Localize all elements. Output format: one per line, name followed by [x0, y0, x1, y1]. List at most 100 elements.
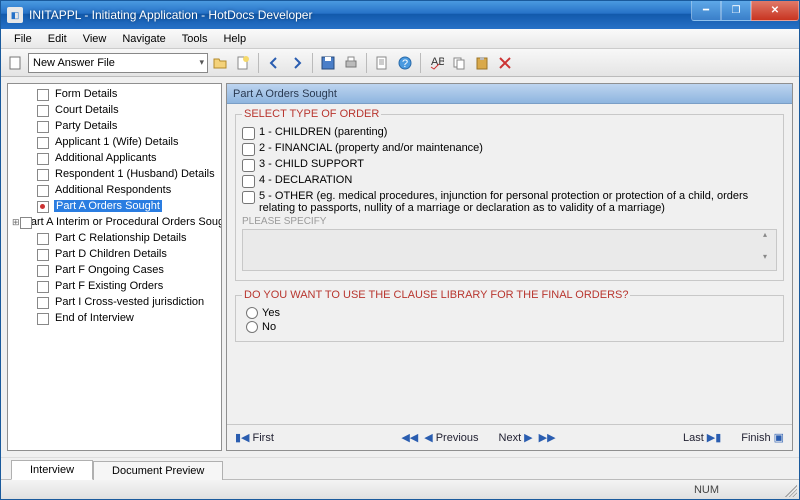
tree-label: Additional Applicants [54, 152, 158, 164]
tab-interview[interactable]: Interview [11, 460, 93, 480]
app-window: ◧ INITAPPL - Initiating Application - Ho… [0, 0, 800, 500]
first-icon: ▮◀ [235, 431, 250, 444]
tree-label: Additional Respondents [54, 184, 172, 196]
tree-label: Part A Interim or Procedural Orders Soug… [23, 216, 222, 228]
tree-item[interactable]: End of Interview [8, 310, 221, 326]
tree-item[interactable]: Court Details [8, 102, 221, 118]
nav-finish[interactable]: Finish▣ [741, 431, 784, 444]
copy-icon[interactable] [448, 52, 470, 74]
order-type-option: 2 - FINANCIAL (property and/or maintenan… [242, 142, 777, 156]
paste-icon[interactable] [471, 52, 493, 74]
tree-item[interactable]: Part F Existing Orders [8, 278, 221, 294]
bottom-tabs: Interview Document Preview [1, 457, 799, 479]
tree-item[interactable]: Part C Relationship Details [8, 230, 221, 246]
menu-view[interactable]: View [76, 31, 114, 47]
maximize-button[interactable]: ❐ [721, 1, 751, 21]
toolbar-icon-1[interactable] [5, 52, 27, 74]
app-icon: ◧ [7, 7, 23, 23]
nav-last[interactable]: Last▶▮ [683, 431, 721, 444]
radio-label: Yes [262, 307, 280, 319]
minimize-button[interactable]: ━ [691, 1, 721, 21]
tree-item[interactable]: ⊞Part A Interim or Procedural Orders Sou… [8, 214, 221, 230]
resize-grip-icon[interactable] [785, 485, 797, 497]
tree-item[interactable]: Applicant 1 (Wife) Details [8, 134, 221, 150]
status-bar: NUM [1, 479, 799, 499]
order-type-option: 1 - CHILDREN (parenting) [242, 126, 777, 140]
open-icon[interactable] [209, 52, 231, 74]
tree-item[interactable]: Party Details [8, 118, 221, 134]
nav-fast-forward[interactable]: ▶▶ [539, 431, 556, 444]
menu-tools[interactable]: Tools [175, 31, 215, 47]
tree-label: Applicant 1 (Wife) Details [54, 136, 180, 148]
tree-item[interactable]: Part F Ongoing Cases [8, 262, 221, 278]
checkbox-children[interactable] [242, 127, 255, 140]
outline-tree: Form Details Court Details Party Details… [8, 84, 221, 328]
page-icon [37, 104, 51, 116]
form-panel: Part A Orders Sought SELECT TYPE OF ORDE… [226, 83, 793, 451]
radio-no[interactable] [246, 321, 258, 333]
radio-row: Yes [246, 307, 777, 319]
page-icon [37, 296, 51, 308]
forward-icon[interactable] [286, 52, 308, 74]
nav-next[interactable]: Next▶ [499, 431, 533, 444]
specify-label: PLEASE SPECIFY [242, 216, 777, 227]
specify-textarea[interactable] [242, 229, 777, 271]
panel-body: SELECT TYPE OF ORDER 1 - CHILDREN (paren… [227, 104, 792, 424]
toolbar-separator [366, 53, 367, 73]
window-controls: ━ ❐ ✕ [691, 1, 799, 21]
checkbox-financial[interactable] [242, 143, 255, 156]
order-type-option: 4 - DECLARATION [242, 174, 777, 188]
radio-row: No [246, 321, 777, 333]
radio-yes[interactable] [246, 307, 258, 319]
page-icon [37, 232, 51, 244]
answer-file-combo[interactable]: New Answer File [28, 53, 208, 73]
checkbox-child-support[interactable] [242, 159, 255, 172]
print-icon[interactable] [340, 52, 362, 74]
tree-label: Form Details [54, 88, 118, 100]
tree-item[interactable]: Form Details [8, 86, 221, 102]
nav-first[interactable]: ▮◀First [235, 431, 274, 444]
page-icon [37, 200, 51, 212]
nav-label: First [253, 432, 274, 444]
spin-down-icon[interactable]: ▾ [763, 253, 775, 261]
menu-navigate[interactable]: Navigate [115, 31, 172, 47]
tree-item[interactable]: Additional Applicants [8, 150, 221, 166]
tree-item-selected[interactable]: Part A Orders Sought [8, 198, 221, 214]
menu-help[interactable]: Help [216, 31, 253, 47]
tree-item[interactable]: Respondent 1 (Husband) Details [8, 166, 221, 182]
tree-item[interactable]: Additional Respondents [8, 182, 221, 198]
option-label: 3 - CHILD SUPPORT [259, 158, 777, 170]
page-icon [37, 136, 51, 148]
help-icon[interactable]: ? [394, 52, 416, 74]
page-icon [37, 280, 51, 292]
finish-icon: ▣ [774, 431, 784, 444]
page-icon [37, 152, 51, 164]
checkbox-other[interactable] [242, 191, 255, 204]
option-label: 5 - OTHER (eg. medical procedures, injun… [259, 190, 777, 214]
new-icon[interactable] [232, 52, 254, 74]
save-icon[interactable] [317, 52, 339, 74]
menu-edit[interactable]: Edit [41, 31, 74, 47]
nav-previous[interactable]: ◀Previous [424, 431, 478, 444]
menu-file[interactable]: File [7, 31, 39, 47]
spin-up-icon[interactable]: ▴ [763, 231, 775, 239]
spellcheck-icon[interactable]: ABC [425, 52, 447, 74]
status-num: NUM [694, 484, 719, 496]
outline-panel: Form Details Court Details Party Details… [7, 83, 222, 451]
answer-file-label: New Answer File [33, 57, 115, 69]
close-button[interactable]: ✕ [751, 1, 799, 21]
document-icon[interactable] [371, 52, 393, 74]
checkbox-declaration[interactable] [242, 175, 255, 188]
tree-label: End of Interview [54, 312, 135, 324]
tree-label: Part C Relationship Details [54, 232, 187, 244]
expander-icon[interactable]: ⊞ [12, 217, 20, 228]
tree-item[interactable]: Part D Children Details [8, 246, 221, 262]
main-area: Form Details Court Details Party Details… [1, 77, 799, 457]
tree-label: Part I Cross-vested jurisdiction [54, 296, 205, 308]
toolbar: New Answer File ? ABC [1, 49, 799, 77]
tree-item[interactable]: Part I Cross-vested jurisdiction [8, 294, 221, 310]
tab-document-preview[interactable]: Document Preview [93, 461, 223, 480]
clear-icon[interactable] [494, 52, 516, 74]
nav-rewind[interactable]: ◀◀ [401, 431, 418, 444]
back-icon[interactable] [263, 52, 285, 74]
